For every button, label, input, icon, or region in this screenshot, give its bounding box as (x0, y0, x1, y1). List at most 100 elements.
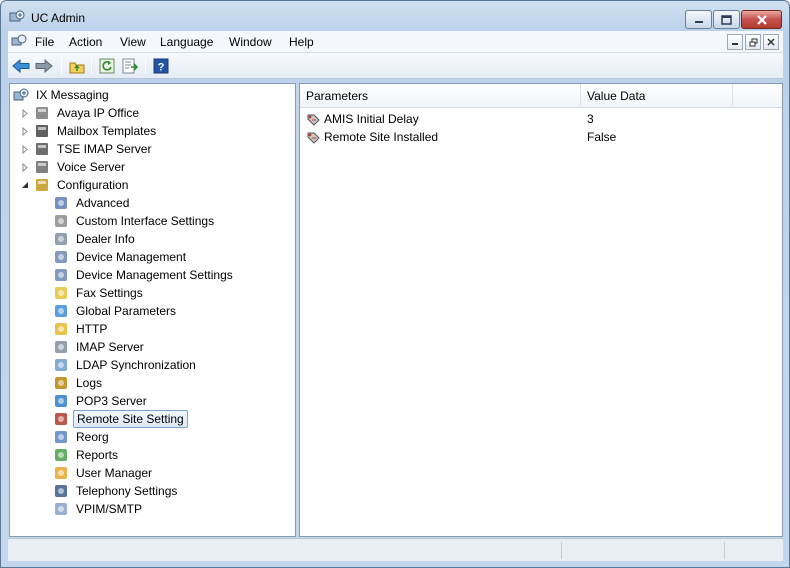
menu-window[interactable]: Window (229, 35, 272, 49)
help-button[interactable]: ? (152, 57, 170, 75)
tree-item-device-management[interactable]: Device Management (53, 248, 189, 266)
tree-label: IX Messaging (36, 88, 109, 102)
tree-item-vpim-smtp[interactable]: VPIM/SMTP (53, 500, 145, 518)
tree-item-ldap-synchronization[interactable]: LDAP Synchronization (53, 356, 199, 374)
globe-icon (55, 305, 67, 317)
tree-item-configuration[interactable]: Configuration (34, 176, 131, 194)
status-bar (8, 538, 783, 561)
app-icon (9, 10, 25, 22)
tree-item-custom-interface-settings[interactable]: Custom Interface Settings (53, 212, 217, 230)
tree-item-reorg[interactable]: Reorg (53, 428, 112, 446)
tree-item-logs[interactable]: Logs (53, 374, 105, 392)
tree-item-http[interactable]: HTTP (53, 320, 110, 338)
maximize-button[interactable] (713, 10, 740, 29)
tree-item-device-management-settings[interactable]: Device Management Settings (53, 266, 236, 284)
refresh-button[interactable] (98, 57, 116, 75)
tree-item-advanced[interactable]: Advanced (53, 194, 132, 212)
export-list-button[interactable] (121, 57, 139, 75)
tree-item-global-parameters[interactable]: Global Parameters (53, 302, 179, 320)
tree-label: Remote Site Setting (73, 410, 188, 428)
menu-file[interactable]: File (35, 35, 54, 49)
device-management-icon (55, 251, 67, 263)
help-icon: ? (153, 58, 169, 74)
expand-arrow-icon[interactable] (21, 163, 30, 172)
mdi-minimize-button[interactable] (727, 34, 743, 50)
column-header-parameters[interactable]: Parameters (300, 84, 581, 108)
tree-label: Reorg (76, 430, 109, 444)
title-bar[interactable]: UC Admin (1, 1, 789, 31)
tree-item-reports[interactable]: Reports (53, 446, 121, 464)
parameter-name: AMIS Initial Delay (324, 112, 419, 126)
menu-bar: File Action View Language Window Help (8, 31, 783, 53)
app-window: UC Admin File Action View Language Windo… (0, 0, 790, 568)
back-button[interactable] (12, 57, 30, 75)
minimize-button[interactable] (685, 10, 712, 29)
toolbar: ? (8, 53, 783, 79)
tree-label: Dealer Info (76, 232, 135, 246)
reports-icon (55, 449, 67, 461)
app-menu-icon[interactable] (11, 34, 27, 49)
pop3-icon (55, 395, 67, 407)
remote-site-parameter-icon (307, 114, 320, 126)
menu-language[interactable]: Language (160, 35, 213, 49)
tree-label: Telephony Settings (76, 484, 178, 498)
menu-help[interactable]: Help (289, 35, 314, 49)
server-icon (36, 107, 48, 119)
tree-label: Configuration (57, 178, 129, 192)
tree-item-pop3-server[interactable]: POP3 Server (53, 392, 150, 410)
vpim-icon (55, 503, 67, 515)
up-folder-icon (69, 62, 85, 73)
tree-label: Fax Settings (76, 286, 143, 300)
tree-label: Advanced (76, 196, 130, 210)
tree-item-tse-imap-server[interactable]: TSE IMAP Server (34, 140, 154, 158)
export-list-icon (122, 58, 138, 74)
tree-item-telephony-settings[interactable]: Telephony Settings (53, 482, 180, 500)
mdi-restore-button[interactable] (745, 34, 761, 50)
tree-label: POP3 Server (76, 394, 147, 408)
tree-label: Global Parameters (76, 304, 177, 318)
collapse-arrow-icon[interactable] (21, 181, 30, 190)
mdi-close-button[interactable] (763, 34, 779, 50)
tree-root-ix-messaging[interactable]: IX Messaging (13, 86, 112, 104)
tree-item-imap-server[interactable]: IMAP Server (53, 338, 147, 356)
list-row[interactable]: Remote Site Installed False (300, 128, 782, 146)
parameter-name: Remote Site Installed (324, 130, 439, 144)
expand-arrow-icon[interactable] (21, 145, 30, 154)
column-header-value-data[interactable]: Value Data (581, 84, 733, 108)
tree-item-remote-site-setting[interactable]: Remote Site Setting (53, 410, 188, 428)
list-row[interactable]: AMIS Initial Delay 3 (300, 110, 782, 128)
close-button[interactable] (741, 10, 782, 29)
logs-icon (55, 377, 67, 389)
tree-label: HTTP (76, 322, 108, 336)
navigation-tree: IX Messaging Avaya IP Office Mailbox Temp… (9, 83, 296, 537)
configuration-icon (36, 179, 48, 191)
toolbar-separator (145, 58, 146, 74)
device-settings-icon (55, 269, 67, 281)
minimize-icon (732, 43, 738, 45)
refresh-icon (99, 58, 115, 74)
expand-arrow-icon[interactable] (21, 109, 30, 118)
menu-action[interactable]: Action (69, 35, 102, 49)
menu-view[interactable]: View (120, 35, 146, 49)
remote-site-icon (55, 413, 67, 425)
advanced-icon (55, 197, 67, 209)
tree-item-dealer-info[interactable]: Dealer Info (53, 230, 138, 248)
forward-button[interactable] (35, 57, 53, 75)
tree-item-user-manager[interactable]: User Manager (53, 464, 155, 482)
ldap-sync-icon (55, 359, 67, 371)
tree-label: Mailbox Templates (57, 124, 157, 138)
tree-item-fax-settings[interactable]: Fax Settings (53, 284, 146, 302)
tree-item-mailbox-templates[interactable]: Mailbox Templates (34, 122, 159, 140)
imap-server-icon (36, 143, 48, 155)
tree-label: TSE IMAP Server (57, 142, 152, 156)
toolbar-separator (61, 58, 62, 74)
parameter-value: False (587, 130, 617, 144)
tree-item-voice-server[interactable]: Voice Server (34, 158, 128, 176)
back-arrow-icon (12, 59, 30, 73)
status-segment (561, 542, 724, 559)
forward-arrow-icon (35, 59, 53, 73)
expand-arrow-icon[interactable] (21, 127, 30, 136)
up-folder-button[interactable] (68, 57, 86, 75)
tree-item-avaya-ip-office[interactable]: Avaya IP Office (34, 104, 142, 122)
minimize-icon (694, 20, 703, 23)
